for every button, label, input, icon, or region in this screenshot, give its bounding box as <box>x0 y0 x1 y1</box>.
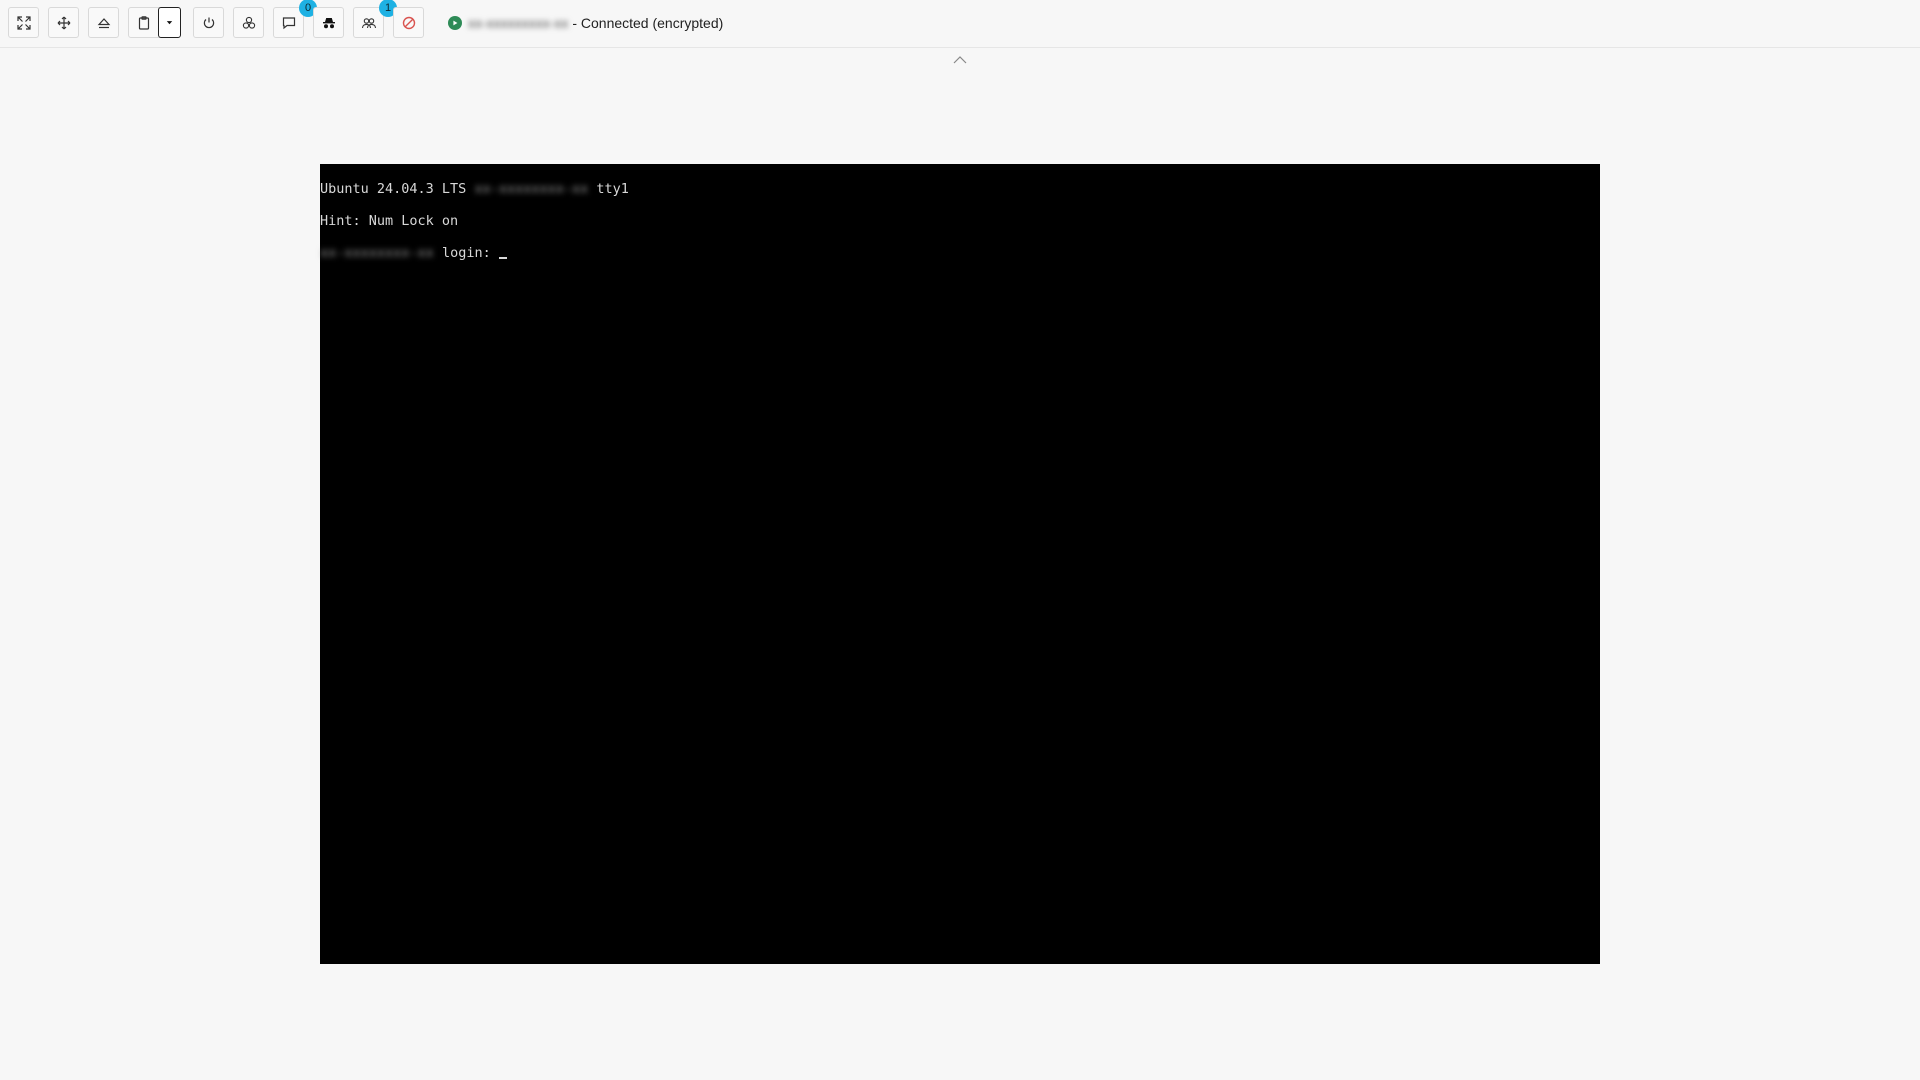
power-button[interactable] <box>193 7 224 38</box>
cluster-gear-icon <box>242 16 255 29</box>
eject-button[interactable] <box>88 7 119 38</box>
status-text: - Connected (encrypted) <box>572 15 724 31</box>
console-login-prompt: login: <box>441 245 491 261</box>
caret-down-icon <box>166 21 173 25</box>
disconnect-button[interactable] <box>393 7 424 38</box>
incognito-button[interactable] <box>313 7 344 38</box>
users-button[interactable]: 1 <box>353 0 397 38</box>
console-cursor <box>498 257 507 259</box>
chevron-up-icon <box>953 56 967 64</box>
clipboard-button[interactable] <box>128 7 160 38</box>
toolbar: 0 1 xx-xxxxxxxxx-xx - Connected (encrypt… <box>0 0 1920 48</box>
clipboard-dropdown-button[interactable] <box>158 7 181 38</box>
console-line-hint: Hint: Num Lock on <box>320 213 459 229</box>
settings-button[interactable] <box>233 7 264 38</box>
console-os-text: Ubuntu 24.04.3 LTS <box>320 181 467 197</box>
block-icon <box>402 16 415 29</box>
collapse-toolbar-button[interactable] <box>937 48 983 72</box>
move-arrows-icon <box>57 16 70 29</box>
users-icon <box>361 17 376 28</box>
console-hostname: xx-xxxxxxxx-xx <box>474 181 589 197</box>
chat-button[interactable]: 0 <box>273 0 317 38</box>
move-button[interactable] <box>48 7 79 38</box>
status-hostname: xx-xxxxxxxxx-xx <box>468 15 569 31</box>
clipboard-icon <box>138 15 150 30</box>
console-line-os: Ubuntu 24.04.3 LTS xx-xxxxxxxx-xx tty1 <box>320 180 629 198</box>
power-icon <box>203 17 214 28</box>
fullscreen-icon <box>16 15 31 30</box>
eject-icon <box>97 17 110 28</box>
spy-icon <box>322 17 335 28</box>
console-tty: tty1 <box>596 181 629 197</box>
chat-icon <box>282 16 295 29</box>
console-line-login: xx-xxxxxxxx-xx login: <box>320 244 507 262</box>
console-login-hostname: xx-xxxxxxxx-xx <box>320 245 434 261</box>
remote-console-screen[interactable]: Ubuntu 24.04.3 LTS xx-xxxxxxxx-xx tty1 H… <box>320 164 1600 964</box>
play-status-icon <box>448 16 462 30</box>
fullscreen-button[interactable] <box>8 7 39 38</box>
connection-status: xx-xxxxxxxxx-xx - Connected (encrypted) <box>448 12 723 34</box>
